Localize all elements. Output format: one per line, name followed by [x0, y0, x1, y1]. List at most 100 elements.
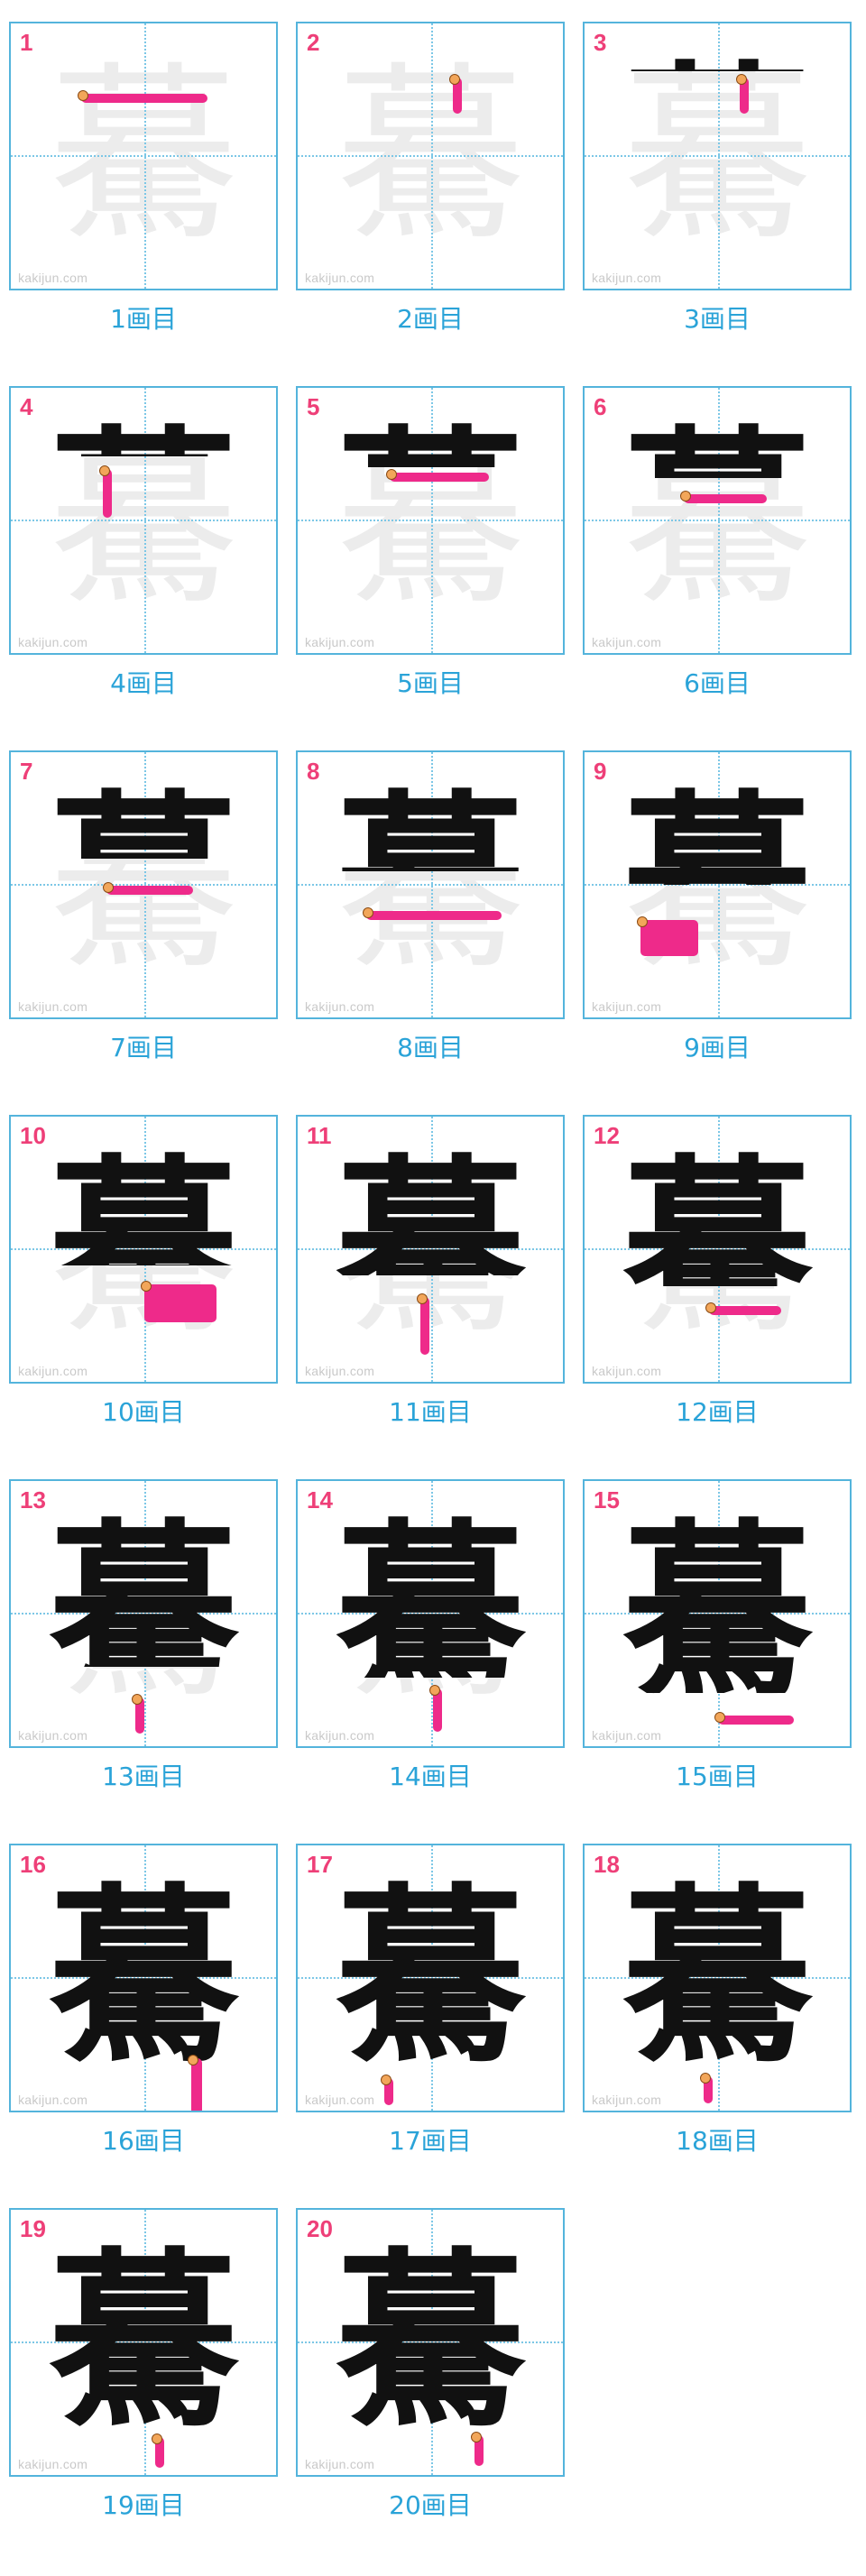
character-box: 驀驀 11 kakijun.com	[296, 1115, 565, 1384]
stroke-start-dot	[700, 2073, 711, 2084]
drawn-strokes: 驀	[585, 23, 850, 71]
stroke-caption: 19画目	[102, 2490, 185, 2520]
stroke-caption: 4画目	[110, 668, 177, 698]
watermark: kakijun.com	[592, 1728, 662, 1743]
stroke-panel: 驀驀 10 kakijun.com 10画目	[9, 1115, 278, 1431]
current-stroke-highlight	[188, 2055, 202, 2111]
current-stroke-highlight	[381, 2075, 393, 2105]
stroke-start-dot	[188, 2055, 198, 2065]
stroke-panel: 驀驀6kakijun.com6画目	[583, 386, 852, 702]
character-box: 驀驀5kakijun.com	[296, 386, 565, 655]
stroke-caption: 3画目	[684, 304, 751, 334]
drawn-strokes: 驀	[298, 23, 563, 50]
watermark: kakijun.com	[305, 999, 375, 1014]
stroke-panel: 驀驀5kakijun.com 5画目	[296, 386, 565, 702]
stroke-caption: 9画目	[684, 1033, 751, 1063]
drawn-strokes: 驀	[622, 774, 812, 885]
character-box: 驀驀 20 kakijun.com	[296, 2208, 565, 2477]
character-box: 驀驀7kakijun.com	[9, 750, 278, 1019]
stroke-caption: 14画目	[389, 1762, 472, 1791]
stroke-panel: 驀驀 16 kakijun.com 16画目	[9, 1844, 278, 2159]
stroke-panel: 驀驀 20 kakijun.com 20画目	[296, 2208, 565, 2524]
stroke-caption: 18画目	[676, 2126, 759, 2156]
stroke-start-dot	[132, 1694, 143, 1705]
drawn-strokes: 驀	[298, 752, 563, 871]
watermark: kakijun.com	[18, 2457, 88, 2471]
stroke-start-dot	[736, 74, 747, 85]
stroke-caption: 13画目	[102, 1762, 185, 1791]
stroke-number: 7	[20, 758, 33, 785]
current-stroke-highlight	[637, 916, 698, 956]
character-box: 驀驀 9 kakijun.com	[583, 750, 852, 1019]
stroke-start-dot	[471, 2432, 482, 2443]
stroke-number: 1	[20, 29, 33, 56]
current-stroke-highlight	[705, 1302, 781, 1315]
stroke-number: 4	[20, 393, 33, 420]
stroke-start-dot	[363, 907, 373, 918]
stroke-number: 9	[594, 758, 607, 785]
stroke-start-dot	[714, 1712, 725, 1723]
horizontal-guide-line	[11, 520, 276, 521]
character-box: 驀驀 10 kakijun.com	[9, 1115, 278, 1384]
drawn-strokes: 驀	[11, 752, 276, 859]
current-stroke-highlight	[132, 1694, 144, 1734]
stroke-start-dot	[141, 1281, 152, 1292]
character-box: 驀驀4kakijun.com	[9, 386, 278, 655]
stroke-panel: 驀驀 15 kakijun.com 15画目	[583, 1479, 852, 1795]
current-stroke-highlight	[141, 1281, 216, 1322]
current-stroke-highlight	[152, 2433, 164, 2468]
stroke-caption: 5画目	[397, 668, 464, 698]
stroke-start-dot	[680, 491, 691, 501]
current-stroke-highlight	[103, 882, 193, 895]
stroke-start-dot	[449, 74, 460, 85]
stroke-number: 13	[20, 1486, 46, 1513]
horizontal-guide-line	[585, 520, 850, 521]
stroke-start-dot	[386, 469, 397, 480]
stroke-number: 10	[20, 1122, 46, 1149]
character-box: 驀驀 18 kakijun.com	[583, 1844, 852, 2112]
stroke-panel: 驀驀1kakijun.com1画目	[9, 22, 278, 337]
stroke-start-dot	[637, 916, 648, 927]
stroke-caption: 20画目	[389, 2490, 472, 2520]
stroke-caption: 17画目	[389, 2126, 472, 2156]
character-box: 驀驀1kakijun.com	[9, 22, 278, 290]
stroke-caption: 15画目	[676, 1762, 759, 1791]
drawn-strokes: 驀	[622, 1867, 812, 2088]
current-stroke-highlight	[714, 1712, 794, 1725]
stroke-caption: 6画目	[684, 668, 751, 698]
watermark: kakijun.com	[18, 1364, 88, 1378]
stroke-caption: 11画目	[389, 1397, 472, 1427]
stroke-panel: 驀驀 19 kakijun.com 19画目	[9, 2208, 278, 2524]
drawn-strokes: 驀	[622, 1138, 812, 1286]
stroke-start-dot	[429, 1685, 440, 1696]
watermark: kakijun.com	[18, 271, 88, 285]
drawn-strokes: 驀	[335, 1138, 525, 1275]
drawn-strokes: 驀	[585, 388, 850, 478]
character-box: 驀驀 16 kakijun.com	[9, 1844, 278, 2112]
stroke-panel: 驀驀 13 kakijun.com 13画目	[9, 1479, 278, 1795]
stroke-panel: 驀驀 9 kakijun.com 9画目	[583, 750, 852, 1066]
watermark: kakijun.com	[18, 635, 88, 649]
current-stroke-highlight	[680, 491, 767, 503]
watermark: kakijun.com	[592, 635, 662, 649]
horizontal-guide-line	[298, 884, 563, 886]
character-box: 驀驀 13 kakijun.com	[9, 1479, 278, 1748]
stroke-number: 11	[307, 1122, 332, 1149]
stroke-caption: 7画目	[110, 1033, 177, 1063]
character-box: 驀驀 17 kakijun.com	[296, 1844, 565, 2112]
watermark: kakijun.com	[592, 271, 662, 285]
stroke-start-dot	[381, 2075, 392, 2085]
watermark: kakijun.com	[592, 2093, 662, 2107]
horizontal-guide-line	[585, 155, 850, 157]
stroke-number: 6	[594, 393, 607, 420]
watermark: kakijun.com	[305, 2093, 375, 2107]
stroke-number: 15	[594, 1486, 620, 1513]
horizontal-guide-line	[298, 155, 563, 157]
stroke-panel: 驀驀 11 kakijun.com 11画目	[296, 1115, 565, 1431]
stroke-number: 8	[307, 758, 320, 785]
stroke-number: 19	[20, 2215, 46, 2242]
stroke-panel: 驀驀4kakijun.com4画目	[9, 386, 278, 702]
horizontal-guide-line	[11, 155, 276, 157]
stroke-start-dot	[152, 2433, 162, 2444]
watermark: kakijun.com	[592, 999, 662, 1014]
